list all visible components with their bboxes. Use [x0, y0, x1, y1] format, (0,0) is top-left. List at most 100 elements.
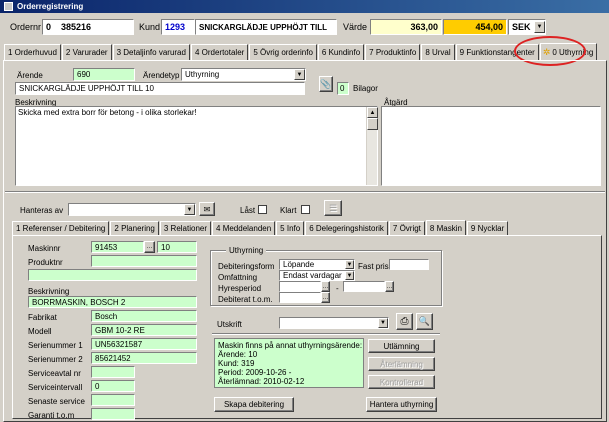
filter-button[interactable]: ☰	[324, 200, 342, 216]
aterlamning-button[interactable]: Återlämning	[368, 357, 435, 371]
serviceintervall-field[interactable]: 0	[91, 380, 135, 392]
maskinnr-field[interactable]: 91453	[91, 241, 144, 253]
hyresperiod-start-calendar-button[interactable]: …	[321, 281, 330, 292]
senaste-service-field[interactable]	[91, 394, 135, 406]
list-item: Modell GBM 10-2 RE	[28, 324, 198, 338]
hyresperiod-label: Hyresperiod	[218, 284, 262, 293]
calendar-icon: …	[322, 283, 329, 290]
hanteras-av-label: Hanteras av	[20, 206, 64, 215]
garanti-field[interactable]	[91, 408, 135, 420]
modell-value: GBM 10-2 RE	[95, 325, 145, 335]
preview-button[interactable]: 🔍	[416, 313, 433, 330]
maskin-beskrivning-value: BORRMASKIN, BOSCH 2	[32, 297, 126, 307]
atgard-textarea[interactable]	[381, 106, 601, 186]
serienummer1-field[interactable]: UN56321587	[91, 338, 197, 350]
serviceavtal-field[interactable]	[91, 366, 135, 378]
list-item: Senaste service	[28, 394, 198, 408]
chevron-down-icon[interactable]: ▼	[184, 204, 195, 215]
varde-value: 363,00	[410, 22, 438, 32]
utlamning-button[interactable]: Utlämning	[368, 339, 435, 353]
fast-pris-field[interactable]	[389, 259, 429, 270]
produkt-desc-field	[28, 269, 197, 281]
tab-relationer[interactable]: 3 Relationer	[159, 221, 212, 235]
arendetyp-select[interactable]: Uthyrning ▼	[181, 68, 306, 81]
beskrivning-scrollbar[interactable]: ▲	[366, 107, 378, 185]
email-button[interactable]: ✉	[199, 202, 215, 216]
serviceintervall-label: Serviceintervall	[28, 383, 83, 392]
tab-varurader[interactable]: 2 Varurader	[61, 44, 112, 60]
tab-produktinfo[interactable]: 7 Produktinfo	[365, 44, 421, 60]
tab-kundinfo[interactable]: 6 Kundinfo	[317, 44, 365, 60]
maskin-beskrivning-field[interactable]: BORRMASKIN, BOSCH 2	[28, 296, 197, 308]
tab-delegeringshistorik[interactable]: 6 Delegeringshistorik	[305, 221, 388, 235]
maskin-beskrivning-label: Beskrivning	[28, 287, 70, 296]
tab-ovrig-orderinfo[interactable]: 5 Övrig orderinfo	[249, 44, 317, 60]
tab-referenser-debitering[interactable]: 1 Referenser / Debitering	[12, 221, 110, 235]
kund-number-field[interactable]: 1293	[161, 19, 195, 35]
tab-ordertotaler[interactable]: 4 Ordertotaler	[190, 44, 249, 60]
printer-icon: ⎙	[400, 316, 409, 327]
total-value: 454,00	[475, 22, 503, 32]
chevron-down-icon[interactable]: ▼	[345, 271, 354, 280]
chevron-down-icon[interactable]: ▼	[534, 21, 545, 33]
list-item: Serviceavtal nr	[28, 366, 198, 380]
utskrift-select[interactable]: ▼	[279, 317, 389, 329]
last-checkbox[interactable]	[258, 205, 267, 214]
debiterat-calendar-button[interactable]: …	[321, 292, 330, 303]
serienummer1-value: UN56321587	[95, 339, 143, 349]
arende-field[interactable]: 690	[73, 68, 135, 81]
serienummer2-label: Serienummer 2	[28, 355, 83, 364]
tab-meddelanden[interactable]: 4 Meddelanden	[212, 221, 276, 235]
period-separator: -	[336, 284, 339, 293]
currency-select[interactable]: SEK ▼	[508, 19, 546, 35]
serienummer1-label: Serienummer 1	[28, 341, 83, 350]
chevron-down-icon[interactable]: ▼	[345, 260, 354, 269]
omfattning-select[interactable]: Endast vardagar ▼	[279, 270, 355, 281]
fabrikat-field[interactable]: Bosch	[91, 310, 197, 322]
ordernr-field[interactable]: 0 385216	[42, 19, 134, 35]
modell-field[interactable]: GBM 10-2 RE	[91, 324, 197, 336]
window-title: Orderregistrering	[17, 2, 84, 11]
skapa-debitering-button[interactable]: Skapa debitering	[214, 397, 294, 412]
tab-nycklar[interactable]: 9 Nycklar	[466, 221, 509, 235]
hantera-uthyrning-button[interactable]: Hantera uthyrning	[366, 397, 437, 412]
produktnr-field[interactable]	[91, 255, 197, 267]
debiterat-field[interactable]	[279, 292, 321, 303]
scroll-up-icon[interactable]: ▲	[367, 107, 378, 118]
tab-planering[interactable]: 2 Planering	[110, 221, 159, 235]
list-item: Serienummer 1 UN56321587	[28, 338, 198, 352]
chevron-down-icon[interactable]: ▼	[294, 69, 305, 80]
magnifier-icon: 🔍	[418, 316, 431, 326]
beskrivning-textarea[interactable]: Skicka med extra borr för betong - i oli…	[15, 106, 378, 186]
tab-detaljinfo-varurad[interactable]: 3 Detaljinfo varurad	[112, 44, 190, 60]
chevron-down-icon[interactable]: ▼	[378, 318, 388, 328]
maskinnr-lookup-button[interactable]: …	[144, 241, 155, 253]
tab-orderhuvud[interactable]: 1 Orderhuvud	[4, 44, 61, 60]
serienummer2-value: 85621452	[95, 353, 131, 363]
tab-maskin[interactable]: 8 Maskin	[425, 220, 466, 236]
filter-icon: ☰	[328, 202, 338, 213]
hyresperiod-end-field[interactable]	[343, 281, 385, 292]
modell-label: Modell	[28, 327, 52, 336]
hyresperiod-end-calendar-button[interactable]: …	[385, 281, 394, 292]
attachment-button[interactable]: 📎	[319, 76, 333, 92]
arende-name: SNICKARGLÄDJE UPPHÖJT TILL 10	[19, 84, 155, 93]
ordernr-prefix: 0	[46, 22, 52, 32]
maskinnr-extra: 10	[161, 242, 170, 252]
serienummer2-field[interactable]: 85621452	[91, 352, 197, 364]
print-button[interactable]: ⎙	[396, 313, 413, 330]
tab-urval[interactable]: 8 Urval	[421, 44, 455, 60]
hyresperiod-start-field[interactable]	[279, 281, 321, 292]
kontrollerad-button[interactable]: Kontrollerad	[368, 375, 435, 389]
tab-ovrigt[interactable]: 7 Övrigt	[388, 221, 425, 235]
ordernr-value: 385216	[61, 22, 92, 32]
list-item: Fabrikat Bosch	[28, 310, 198, 324]
debiteringsform-select[interactable]: Löpande ▼	[279, 259, 355, 270]
tab-info[interactable]: 5 Info	[276, 221, 305, 235]
arende-name-field[interactable]: SNICKARGLÄDJE UPPHÖJT TILL 10	[15, 82, 305, 95]
omfattning-value: Endast vardagar	[283, 271, 342, 280]
klart-checkbox[interactable]	[301, 205, 310, 214]
scroll-thumb[interactable]	[367, 118, 378, 130]
hanteras-av-select[interactable]: ▼	[68, 203, 196, 216]
sub-tabs: 1 Referenser / Debitering 2 Planering 3 …	[12, 219, 602, 236]
